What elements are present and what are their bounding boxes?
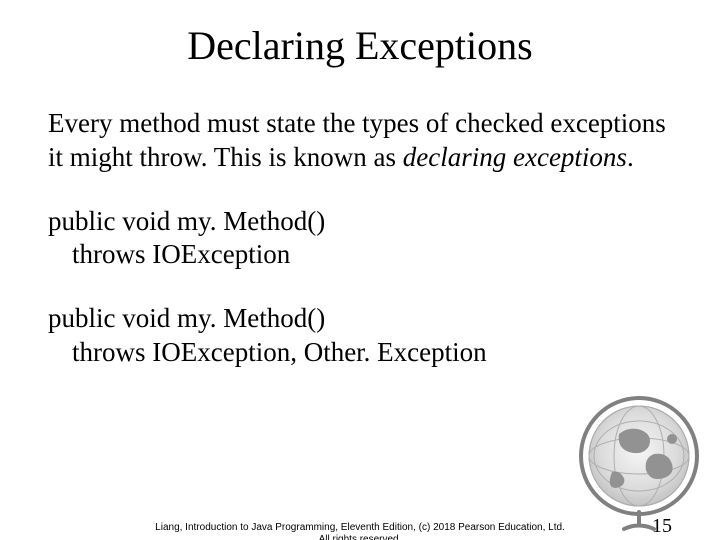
slide-title: Declaring Exceptions: [0, 22, 720, 69]
footer-line1: Liang, Introduction to Java Programming,…: [0, 522, 720, 534]
intro-paragraph: Every method must state the types of che…: [48, 107, 672, 175]
page-number: 15: [652, 515, 672, 538]
code1-line1: public void my. Method(): [48, 206, 325, 236]
footer-line2: All rights reserved.: [0, 534, 720, 540]
intro-text-3: .: [627, 142, 634, 172]
code2-line1: public void my. Method(): [48, 303, 325, 333]
slide: Declaring Exceptions Every method must s…: [0, 22, 720, 540]
code-example-1: public void my. Method() throws IOExcept…: [48, 205, 672, 273]
code1-line2: throws IOException: [72, 238, 672, 272]
code2-line2: throws IOException, Other. Exception: [72, 336, 672, 370]
slide-body: Every method must state the types of che…: [48, 107, 672, 370]
intro-text-italic: declaring exceptions: [403, 142, 627, 172]
globe-icon: [564, 384, 714, 534]
code-example-2: public void my. Method() throws IOExcept…: [48, 302, 672, 370]
footer: Liang, Introduction to Java Programming,…: [0, 522, 720, 540]
